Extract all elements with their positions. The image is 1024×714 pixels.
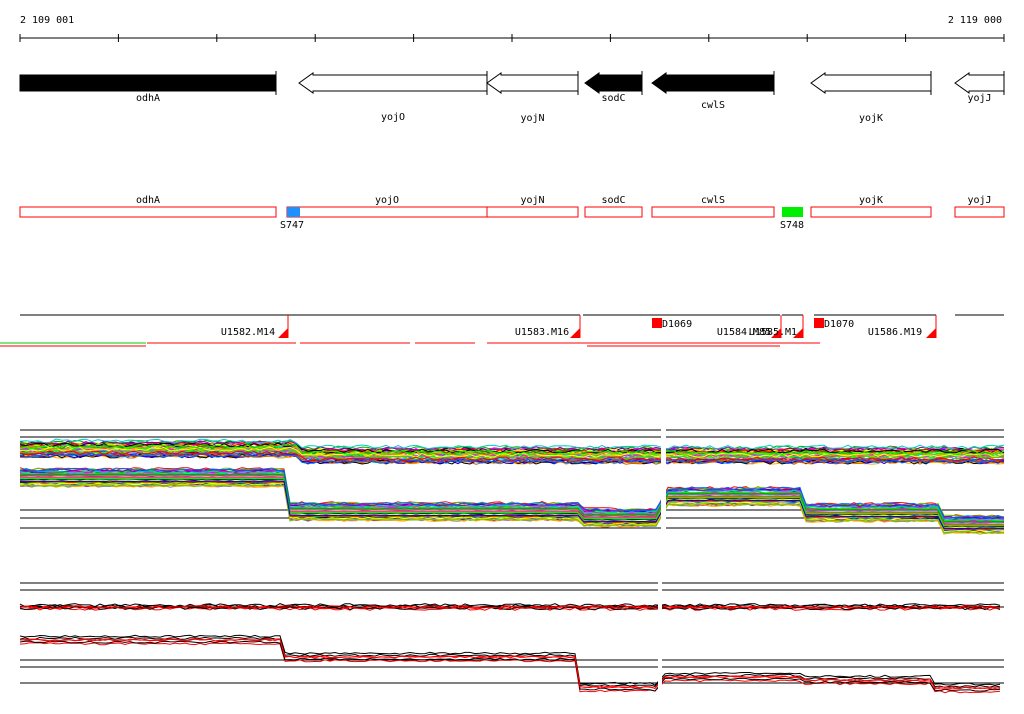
gene-arrow-sodC[interactable]	[584, 72, 643, 94]
transcript-end-marker	[926, 328, 936, 338]
transcript-label: U1582.M14	[221, 327, 275, 338]
gene-label-odhA: odhA	[136, 93, 160, 104]
gene-label-yojJ: yojJ	[967, 93, 991, 104]
gene-box-yojO[interactable]	[286, 206, 488, 218]
genome-browser: 2 109 001 2 119 000 odhA yojO yojN sodC cwlS…	[0, 0, 1024, 714]
gene-box-odhA[interactable]	[19, 206, 277, 218]
feature-s748-label: S748	[780, 220, 804, 231]
gene-label-yojK: yojK	[859, 113, 883, 124]
gene-label-cwlS: cwlS	[701, 100, 725, 111]
down-marker[interactable]	[814, 318, 824, 328]
gene-box-label-yojK: yojK	[859, 195, 883, 206]
down-label: D1069	[662, 319, 692, 330]
gene-box-label-cwlS: cwlS	[701, 195, 725, 206]
ruler-end-label: 2 119 000	[948, 15, 1002, 26]
gene-arrow-yojN[interactable]	[486, 72, 579, 94]
browser-canvas: 2 109 001 2 119 000 odhA yojO yojN sodC cwlS…	[0, 15, 1005, 698]
feature-s747-label: S747	[280, 220, 304, 231]
down-marker[interactable]	[652, 318, 662, 328]
gene-box-label-yojN: yojN	[520, 195, 544, 206]
gene-box-label-yojO: yojO	[375, 195, 399, 206]
track-gap	[658, 578, 662, 698]
down-label: D1070	[824, 319, 854, 330]
feature-s748-marker[interactable]	[782, 207, 803, 217]
feature-s747-marker[interactable]	[287, 207, 300, 217]
transcript-label: U1586.M19	[868, 327, 922, 338]
gene-box-yojK[interactable]	[810, 206, 932, 218]
gene-box-sodC[interactable]	[584, 206, 643, 218]
gene-box-label-sodC: sodC	[601, 195, 625, 206]
transcript-label: U1585.M1	[749, 327, 797, 338]
ruler-axis	[19, 34, 1005, 42]
expression-traces	[19, 425, 1005, 698]
gene-box-yojJ[interactable]	[954, 206, 1005, 218]
gene-arrow-yojO[interactable]	[298, 72, 488, 94]
transcript-end-marker	[278, 328, 288, 338]
gene-label-yojN: yojN	[520, 113, 544, 124]
transcript-label: U1583.M16	[515, 327, 569, 338]
gene-track-boxes: odhA yojO yojN sodC cwlS yojK yojJ	[19, 195, 1005, 218]
gene-track-arrows: odhA yojO yojN sodC cwlS yojK yojJ	[19, 71, 1005, 124]
ruler-start-label: 2 109 001	[20, 15, 74, 26]
gene-box-yojN[interactable]	[486, 206, 579, 218]
gene-arrow-cwlS[interactable]	[651, 72, 775, 94]
gene-box-cwlS[interactable]	[651, 206, 775, 218]
transcript-track: U1582.M14 U1583.M16 U1584.M85U1585.M1 U1586…	[0, 314, 1004, 347]
gene-label-yojO: yojO	[381, 112, 405, 123]
gene-arrow-yojJ[interactable]	[954, 72, 1005, 94]
transcript-end-marker	[570, 328, 580, 338]
gene-box-label-odhA: odhA	[136, 195, 160, 206]
gene-arrow-yojK[interactable]	[810, 72, 932, 94]
gene-label-sodC: sodC	[601, 93, 625, 104]
track-gap	[661, 425, 666, 545]
gene-box-label-yojJ: yojJ	[967, 195, 991, 206]
trace-line	[19, 642, 1001, 694]
gene-arrow-odhA[interactable]	[19, 74, 277, 92]
